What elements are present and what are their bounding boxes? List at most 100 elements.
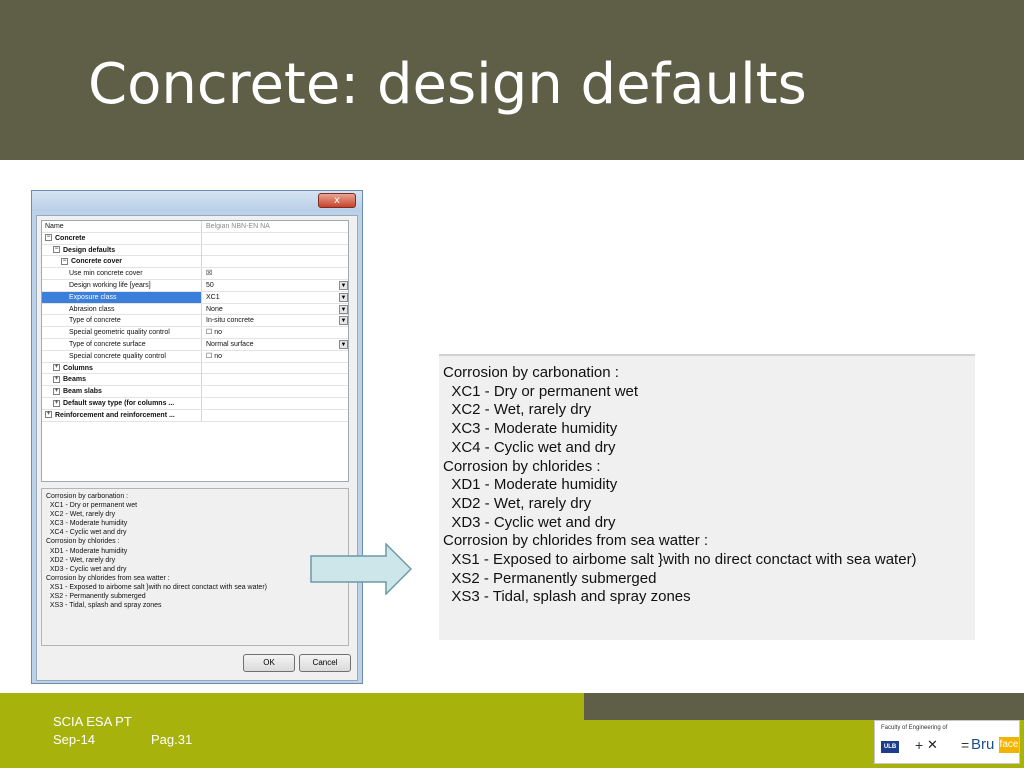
grid-row-label-text: Design defaults — [63, 246, 116, 254]
collapse-icon[interactable]: − — [45, 234, 52, 242]
dropdown-arrow-icon[interactable]: ▼ — [339, 280, 348, 290]
description-line: XD1 - Moderate humidity — [46, 547, 128, 555]
ok-button[interactable]: OK — [243, 654, 295, 672]
expand-icon[interactable]: + — [53, 387, 60, 395]
grid-row-value-text: ☒ — [206, 270, 213, 278]
description-line: Corrosion by carbonation : — [46, 493, 129, 500]
grid-row[interactable]: − Concrete cover — [42, 256, 348, 269]
grid-row-value[interactable]: ☒ — [204, 268, 348, 279]
expand-icon[interactable]: + — [45, 411, 52, 419]
logo-bru: Bru — [971, 736, 995, 753]
enlarged-description-line: Corrosion by chlorides from sea watter : — [443, 532, 709, 550]
grid-row-label-text: Abrasion class — [69, 305, 115, 313]
enlarged-description: Corrosion by carbonation : XC1 - Dry or … — [439, 354, 975, 640]
grid-row-value[interactable] — [204, 410, 348, 421]
footer-date: Sep-14 — [53, 732, 95, 747]
grid-row[interactable]: − Design defaults — [42, 244, 348, 257]
grid-row[interactable]: Design working life [years] 50 ▼ — [42, 279, 348, 292]
concrete-settings-dialog: x Name Belgian NBN-EN NA − Concrete − Desig… — [31, 190, 363, 684]
grid-row-label: + Reinforcement and reinforcement ... — [42, 409, 202, 421]
grid-row-value-text: 50 — [206, 281, 214, 289]
grid-row[interactable]: Type of concrete surface Normal surface ▼ — [42, 338, 348, 351]
grid-row-label: Use min concrete cover — [42, 268, 202, 280]
enlarged-description-line: XS1 - Exposed to airbome salt }with no d… — [443, 551, 917, 569]
title-band: Concrete: design defaults — [0, 0, 1024, 160]
enlarged-description-line: XD3 - Cyclic wet and dry — [443, 513, 616, 531]
logo-vub-icon: ✕ — [927, 738, 938, 753]
grid-row-value[interactable] — [204, 386, 348, 397]
grid-row-label-text: Reinforcement and reinforcement ... — [55, 411, 175, 419]
description-line: XC1 - Dry or permanent wet — [46, 502, 138, 510]
grid-row-value[interactable]: XC1 ▼ — [204, 292, 348, 303]
grid-row-value[interactable] — [204, 363, 348, 374]
footer-dark-strip — [584, 693, 1024, 720]
grid-header-row: Name Belgian NBN-EN NA — [42, 221, 348, 233]
grid-row-value[interactable]: 50 ▼ — [204, 280, 348, 291]
grid-row[interactable]: Special geometric quality control ☐ no — [42, 327, 348, 339]
slide-title: Concrete: design defaults — [88, 52, 807, 117]
property-grid: Name Belgian NBN-EN NA − Concrete − Design … — [41, 220, 349, 482]
grid-row[interactable]: + Beams — [42, 374, 348, 387]
grid-row-value[interactable] — [204, 398, 348, 409]
enlarged-description-line: XC3 - Moderate humidity — [443, 420, 618, 438]
grid-row-value[interactable]: Normal surface ▼ — [204, 339, 348, 350]
dialog-titlebar[interactable]: x — [32, 191, 362, 211]
dropdown-arrow-icon[interactable]: ▼ — [339, 304, 348, 314]
expand-icon[interactable]: + — [53, 399, 60, 407]
grid-row-label: Exposure class — [42, 291, 202, 303]
grid-row-label-text: Type of concrete — [69, 317, 121, 325]
grid-row-label: + Beam slabs — [42, 386, 202, 398]
faculty-logo: Faculty of Engineering of ULB + ✕ = Bru … — [874, 720, 1020, 764]
grid-row[interactable]: Abrasion class None ▼ — [42, 303, 348, 316]
grid-row[interactable]: Type of concrete In-situ concrete ▼ — [42, 315, 348, 328]
grid-row-label: Special geometric quality control — [42, 327, 202, 339]
description-line: XS2 - Permanently submerged — [46, 593, 146, 601]
grid-row-value[interactable]: ☐ no — [204, 351, 348, 362]
enlarged-description-line: XS3 - Tidal, splash and spray zones — [443, 588, 691, 606]
grid-row-value[interactable] — [204, 233, 348, 244]
description-pane: Corrosion by carbonation : XC1 - Dry or … — [41, 488, 349, 646]
grid-row-label: Special concrete quality control — [42, 350, 202, 362]
grid-row-label: + Default sway type (for columns ... — [42, 397, 202, 409]
grid-row-label: + Columns — [42, 362, 202, 374]
grid-row-label-text: Special concrete quality control — [69, 352, 166, 360]
grid-row[interactable]: Use min concrete cover ☒ — [42, 268, 348, 280]
logo-ulb: ULB — [881, 741, 899, 753]
grid-row[interactable]: + Reinforcement and reinforcement ... — [42, 409, 348, 422]
dropdown-arrow-icon[interactable]: ▼ — [339, 292, 348, 302]
expand-icon[interactable]: + — [53, 376, 60, 384]
grid-row-value[interactable] — [204, 256, 348, 267]
grid-header-name: Name — [42, 221, 202, 232]
cancel-button[interactable]: Cancel — [299, 654, 351, 672]
close-icon[interactable]: x — [318, 193, 356, 208]
expand-icon[interactable]: + — [53, 364, 60, 372]
enlarged-description-line: XS2 - Permanently submerged — [443, 569, 657, 587]
logo-faculty-text: Faculty of Engineering of — [881, 725, 948, 731]
dropdown-arrow-icon[interactable]: ▼ — [339, 316, 348, 326]
enlarged-description-line: XC2 - Wet, rarely dry — [443, 401, 592, 419]
grid-row-value[interactable] — [204, 245, 348, 256]
grid-row-value-text: XC1 — [206, 293, 220, 301]
grid-row[interactable]: + Default sway type (for columns ... — [42, 397, 348, 410]
description-line: XS3 - Tidal, splash and spray zones — [46, 602, 162, 610]
grid-row[interactable]: − Concrete — [42, 232, 348, 245]
grid-row-value[interactable] — [204, 374, 348, 385]
grid-row[interactable]: Exposure class XC1 ▼ — [42, 291, 348, 304]
grid-row-value[interactable]: In-situ concrete ▼ — [204, 315, 348, 326]
dropdown-arrow-icon[interactable]: ▼ — [339, 339, 348, 349]
grid-row-label: + Beams — [42, 374, 202, 386]
collapse-icon[interactable]: − — [53, 246, 60, 254]
collapse-icon[interactable]: − — [61, 258, 68, 266]
grid-row-value[interactable]: ☐ no — [204, 327, 348, 338]
logo-face: face — [999, 737, 1019, 753]
grid-row[interactable]: Special concrete quality control ☐ no — [42, 350, 348, 363]
description-line: XD3 - Cyclic wet and dry — [46, 565, 127, 573]
logo-plus: + — [915, 737, 924, 753]
grid-row-label: Abrasion class — [42, 303, 202, 315]
grid-row-label-text: Columns — [63, 364, 93, 372]
grid-row[interactable]: + Columns — [42, 362, 348, 375]
description-line: Corrosion by chlorides : — [46, 538, 120, 546]
grid-row[interactable]: + Beam slabs — [42, 386, 348, 398]
grid-row-value-text: ☐ no — [206, 352, 223, 360]
grid-row-value[interactable]: None ▼ — [204, 304, 348, 315]
